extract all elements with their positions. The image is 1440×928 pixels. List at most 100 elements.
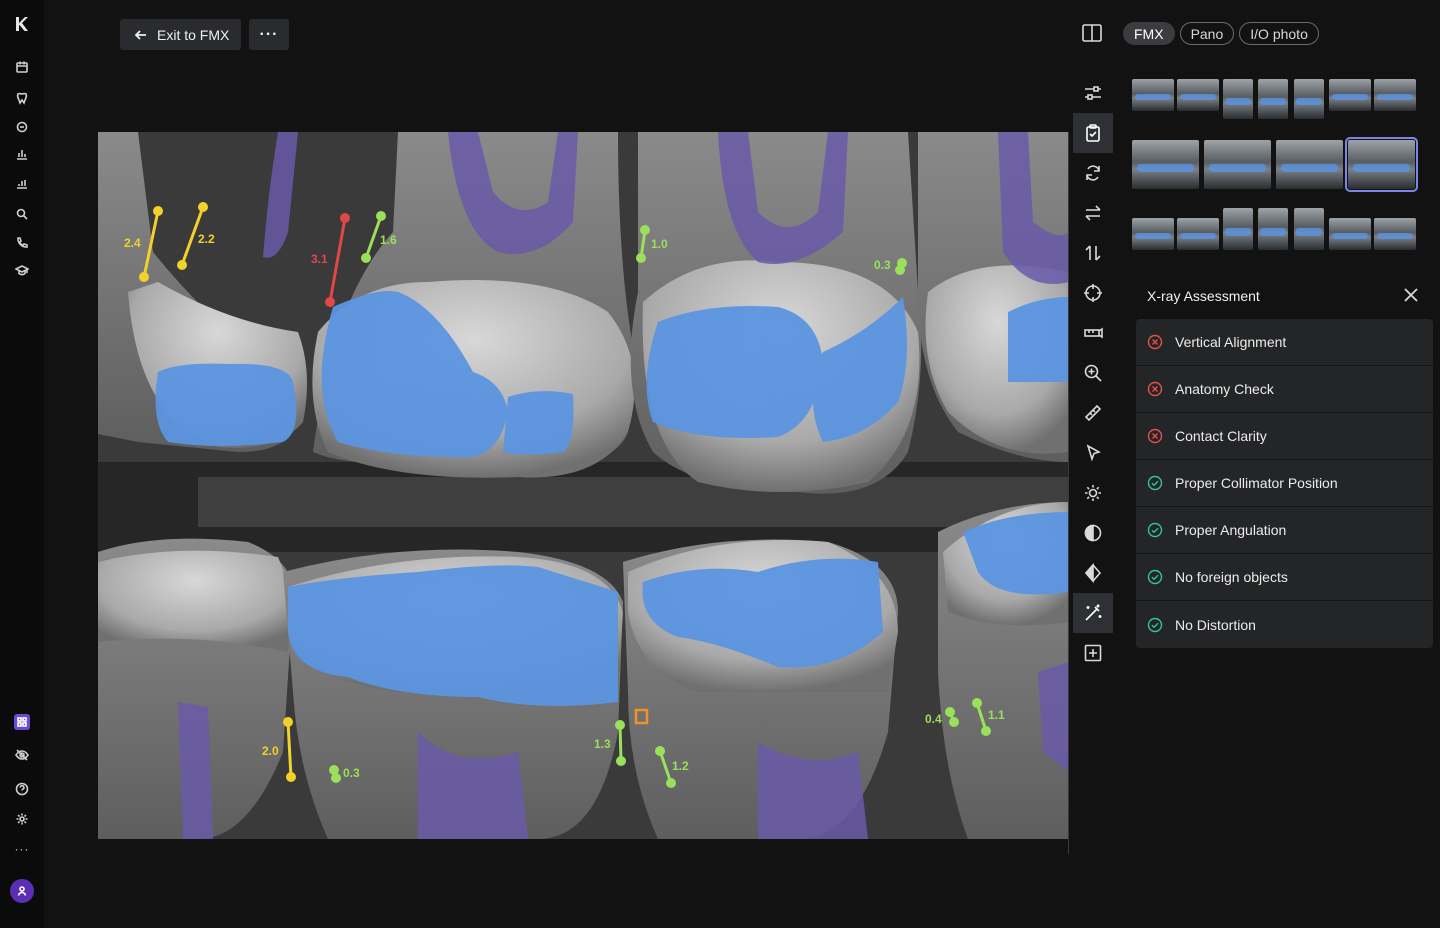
phone-icon[interactable] <box>12 233 32 253</box>
view-tabs: FMX Pano I/O photo <box>1123 22 1319 45</box>
contrast-icon[interactable] <box>1073 513 1113 553</box>
bar-chart-icon[interactable] <box>12 144 32 164</box>
measure-label: 0.3 <box>343 766 360 780</box>
bar-chart-2-icon[interactable] <box>12 173 32 193</box>
logo-icon[interactable] <box>12 14 32 34</box>
pointer-icon[interactable] <box>1073 433 1113 473</box>
assessment-list: Vertical Alignment Anatomy Check Contact… <box>1136 319 1433 648</box>
xray-thumbnail[interactable] <box>1258 79 1288 119</box>
left-rail: ··· <box>0 0 44 928</box>
measure-label: 3.1 <box>311 252 328 266</box>
assessment-item: Proper Collimator Position <box>1136 460 1433 507</box>
more-icon[interactable]: ··· <box>12 839 32 859</box>
ruler-icon[interactable] <box>1073 393 1113 433</box>
graduation-cap-icon[interactable] <box>12 261 32 281</box>
restoration-6 <box>1008 297 1069 382</box>
zoom-in-icon[interactable] <box>1073 353 1113 393</box>
xray-thumbnail[interactable] <box>1258 208 1288 250</box>
measure-line-1-3 <box>618 723 623 763</box>
assessment-item: Vertical Alignment <box>1136 319 1433 366</box>
swap-vertical-icon[interactable] <box>1073 233 1113 273</box>
check-icon <box>1147 475 1163 491</box>
exit-label: Exit to FMX <box>157 26 230 43</box>
fail-icon <box>1147 428 1163 444</box>
xray-thumbnail[interactable] <box>1276 140 1343 189</box>
xray-image[interactable]: 2.4 2.2 3.1 1.6 1.0 0.3 2.0 0.3 1.3 1.2 … <box>98 132 1069 839</box>
fail-icon <box>1147 381 1163 397</box>
sharpen-icon[interactable] <box>1073 553 1113 593</box>
more-label: ··· <box>259 25 279 43</box>
tooth-icon[interactable] <box>12 117 32 137</box>
xray-thumbnail[interactable] <box>1223 79 1253 119</box>
assessment-label: Proper Collimator Position <box>1175 475 1338 491</box>
xray-thumbnail[interactable] <box>1177 79 1219 111</box>
xray-thumbnail[interactable] <box>1204 140 1271 189</box>
xray-thumbnail[interactable] <box>1374 79 1416 111</box>
xray-thumbnail[interactable] <box>1132 79 1174 111</box>
assessment-label: Contact Clarity <box>1175 428 1267 444</box>
tooth-chart-icon[interactable] <box>12 88 32 108</box>
sliders-icon[interactable] <box>1073 73 1113 113</box>
settings-icon[interactable] <box>12 809 32 829</box>
check-icon <box>1147 617 1163 632</box>
arrow-left-icon <box>134 29 146 40</box>
xray-thumbnail[interactable] <box>1223 208 1253 250</box>
assessment-item: Proper Angulation <box>1136 507 1433 554</box>
fail-icon <box>1147 334 1163 350</box>
tab-fmx[interactable]: FMX <box>1123 22 1175 45</box>
exit-to-fmx-button[interactable]: Exit to FMX <box>120 19 241 50</box>
search-icon[interactable] <box>12 204 32 224</box>
xray-thumbnail-selected[interactable] <box>1345 137 1418 192</box>
pulp-5 <box>178 702 213 839</box>
restoration-3 <box>503 391 574 455</box>
assessment-label: Proper Angulation <box>1175 522 1287 538</box>
check-icon <box>1147 522 1163 538</box>
xray-thumbnail[interactable] <box>1329 79 1371 111</box>
assessment-item: Contact Clarity <box>1136 413 1433 460</box>
xray-thumbnail[interactable] <box>1294 79 1324 119</box>
add-box-icon[interactable] <box>1073 633 1113 673</box>
measure-label: 1.2 <box>672 759 689 773</box>
divider <box>1068 132 1069 854</box>
measure-label: 1.6 <box>380 233 397 247</box>
brightness-icon[interactable] <box>1073 473 1113 513</box>
apps-icon[interactable] <box>14 714 30 730</box>
help-icon[interactable] <box>12 779 32 799</box>
assessment-label: No foreign objects <box>1175 569 1288 585</box>
measure-label: 1.0 <box>651 237 668 251</box>
assessment-label: Vertical Alignment <box>1175 334 1287 350</box>
panel-toggle-icon[interactable] <box>1081 22 1105 44</box>
xray-thumbnail[interactable] <box>1177 218 1219 250</box>
measure-label: 1.1 <box>988 708 1005 722</box>
assessment-label: Anatomy Check <box>1175 381 1274 397</box>
restoration-1 <box>155 363 297 446</box>
measure-label: 2.0 <box>262 744 279 758</box>
magic-wand-icon[interactable] <box>1073 593 1113 633</box>
check-icon <box>1147 569 1163 585</box>
assessment-label: No Distortion <box>1175 616 1256 633</box>
measure-label: 2.4 <box>124 236 141 250</box>
xray-thumbnail[interactable] <box>1132 140 1199 189</box>
assessment-item: No foreign objects <box>1136 554 1433 601</box>
assessment-item: Anatomy Check <box>1136 366 1433 413</box>
measure-label: 1.3 <box>594 737 611 751</box>
xray-thumbnail[interactable] <box>1132 218 1174 250</box>
crosshair-icon[interactable] <box>1073 273 1113 313</box>
clipboard-check-icon[interactable] <box>1073 113 1113 153</box>
user-avatar[interactable] <box>10 879 34 903</box>
more-options-button[interactable]: ··· <box>249 19 289 50</box>
close-icon[interactable] <box>1402 286 1422 306</box>
xray-thumbnail[interactable] <box>1374 218 1416 250</box>
tab-pano[interactable]: Pano <box>1179 22 1235 45</box>
measure-label: 0.4 <box>925 712 942 726</box>
ruler-horizontal-icon[interactable] <box>1073 313 1113 353</box>
calendar-icon[interactable] <box>12 57 32 77</box>
measure-label: 2.2 <box>198 232 215 246</box>
tab-io-photo[interactable]: I/O photo <box>1239 22 1319 45</box>
swap-horizontal-icon[interactable] <box>1073 193 1113 233</box>
refresh-icon[interactable] <box>1073 153 1113 193</box>
xray-thumbnail[interactable] <box>1294 208 1324 250</box>
eye-off-icon[interactable] <box>12 745 32 765</box>
xray-thumbnail[interactable] <box>1329 218 1371 250</box>
assessment-item: No Distortion <box>1136 601 1433 648</box>
